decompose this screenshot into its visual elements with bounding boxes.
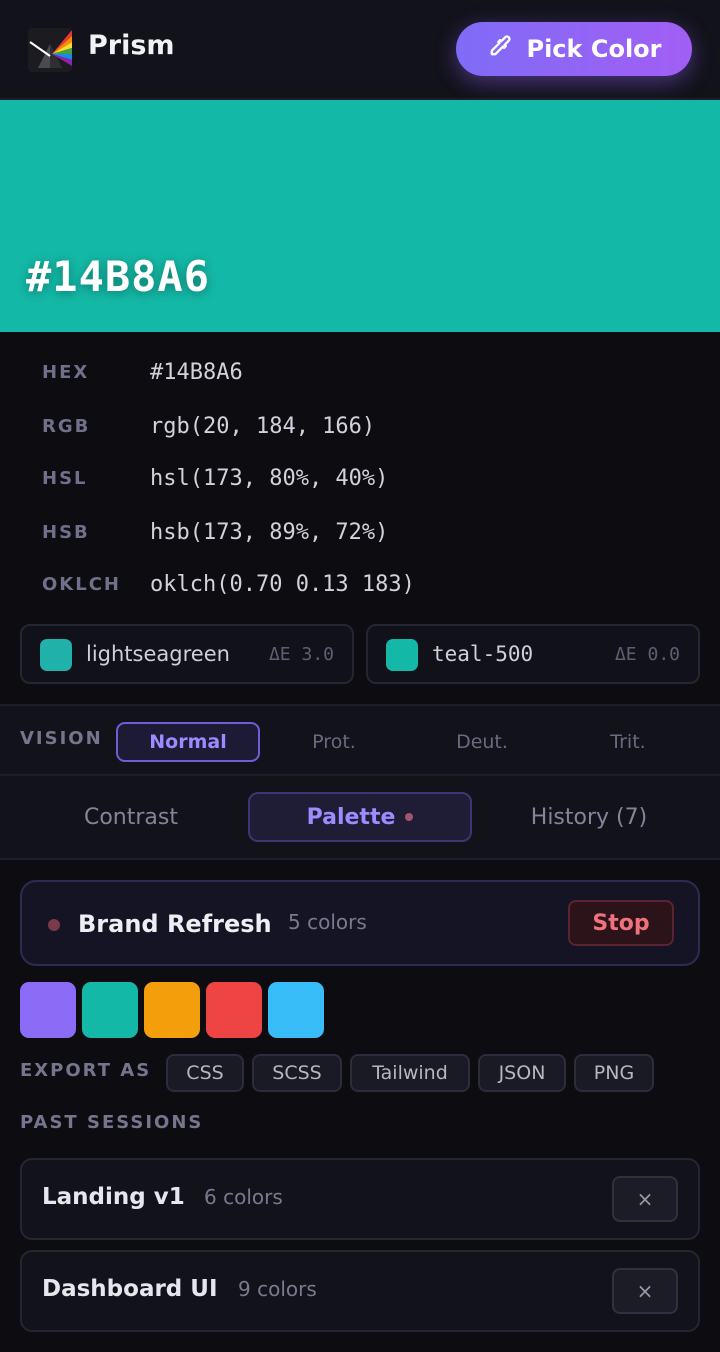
swatch-hex: #14B8A6 xyxy=(26,252,211,301)
match-delta: ΔE 0.0 xyxy=(614,644,680,665)
value-text[interactable]: hsb(173, 89%, 72%) xyxy=(150,520,388,545)
app-header: Prism Pick Color xyxy=(0,0,720,100)
vision-tritanopia-button[interactable]: Trit. xyxy=(556,722,700,762)
session-count: 5 colors xyxy=(288,910,367,934)
value-row-hsb: HSB hsb(173, 89%, 72%) xyxy=(0,514,720,554)
past-session-name: Dashboard UI xyxy=(42,1276,218,1302)
export-scss-button[interactable]: SCSS xyxy=(252,1054,342,1092)
value-text[interactable]: #14B8A6 xyxy=(150,360,243,385)
tab-contrast[interactable]: Contrast xyxy=(30,792,232,842)
match-card-css-name[interactable]: lightseagreen ΔE 3.0 xyxy=(20,624,354,684)
close-icon: × xyxy=(636,1279,654,1303)
value-label: HSL xyxy=(42,468,88,489)
remove-session-button[interactable]: × xyxy=(612,1176,678,1222)
prism-logo-icon xyxy=(28,28,72,72)
recording-dot-icon xyxy=(48,919,60,931)
export-png-button[interactable]: PNG xyxy=(574,1054,654,1092)
match-card-tailwind[interactable]: teal-500 ΔE 0.0 xyxy=(366,624,700,684)
tab-label: Contrast xyxy=(83,804,178,830)
value-row-oklch: OKLCH oklch(0.70 0.13 183) xyxy=(0,566,720,606)
past-session-item[interactable]: Landing v1 6 colors × xyxy=(20,1158,700,1240)
palette-swatch[interactable] xyxy=(268,982,324,1038)
past-session-count: 9 colors xyxy=(238,1277,317,1301)
session-name: Brand Refresh xyxy=(78,910,272,938)
recording-dot-icon xyxy=(405,813,414,821)
value-text[interactable]: rgb(20, 184, 166) xyxy=(150,414,375,439)
vision-normal-button[interactable]: Normal xyxy=(116,722,260,762)
tab-bar: Contrast Palette History (7) xyxy=(0,776,720,860)
match-color-dot xyxy=(386,639,418,671)
export-label: EXPORT AS xyxy=(20,1060,152,1081)
value-label: HSB xyxy=(42,522,90,543)
palette-swatch[interactable] xyxy=(144,982,200,1038)
past-sessions-label: PAST SESSIONS xyxy=(20,1112,204,1133)
palette-swatch[interactable] xyxy=(206,982,262,1038)
past-session-count: 6 colors xyxy=(204,1185,283,1209)
active-session-card: Brand Refresh 5 colors Stop xyxy=(20,880,700,966)
match-delta: ΔE 3.0 xyxy=(268,644,334,665)
close-icon: × xyxy=(636,1187,654,1211)
palette-swatch[interactable] xyxy=(20,982,76,1038)
value-row-hsl: HSL hsl(173, 80%, 40%) xyxy=(0,460,720,500)
palette-swatch[interactable] xyxy=(82,982,138,1038)
tab-label: History (7) xyxy=(530,804,648,830)
match-color-dot xyxy=(40,639,72,671)
vision-bar: VISION Normal Prot. Deut. Trit. xyxy=(0,704,720,776)
export-tailwind-button[interactable]: Tailwind xyxy=(350,1054,470,1092)
tab-label: Palette xyxy=(306,804,396,830)
value-text[interactable]: oklch(0.70 0.13 183) xyxy=(150,572,415,597)
past-session-item[interactable]: Dashboard UI 9 colors × xyxy=(20,1250,700,1332)
past-session-name: Landing v1 xyxy=(42,1184,185,1210)
value-text[interactable]: hsl(173, 80%, 40%) xyxy=(150,466,388,491)
tab-palette[interactable]: Palette xyxy=(248,792,472,842)
vision-protanopia-button[interactable]: Prot. xyxy=(262,722,406,762)
vision-deuteranopia-button[interactable]: Deut. xyxy=(410,722,554,762)
remove-session-button[interactable]: × xyxy=(612,1268,678,1314)
value-row-hex: HEX #14B8A6 xyxy=(0,354,720,394)
tab-history[interactable]: History (7) xyxy=(488,792,690,842)
pick-color-label: Pick Color xyxy=(526,35,662,63)
value-label: HEX xyxy=(42,362,90,383)
value-label: OKLCH xyxy=(42,574,121,595)
export-json-button[interactable]: JSON xyxy=(478,1054,566,1092)
match-name: teal-500 xyxy=(432,642,534,666)
pick-color-button[interactable]: Pick Color xyxy=(456,22,692,76)
vision-label: VISION xyxy=(20,728,103,749)
export-css-button[interactable]: CSS xyxy=(166,1054,244,1092)
match-name: lightseagreen xyxy=(86,642,230,666)
color-swatch: #14B8A6 xyxy=(0,100,720,332)
stop-session-button[interactable]: Stop xyxy=(568,900,674,946)
eyedropper-icon xyxy=(486,32,514,66)
value-row-rgb: RGB rgb(20, 184, 166) xyxy=(0,408,720,448)
app-title: Prism xyxy=(88,30,175,61)
value-label: RGB xyxy=(42,416,91,437)
